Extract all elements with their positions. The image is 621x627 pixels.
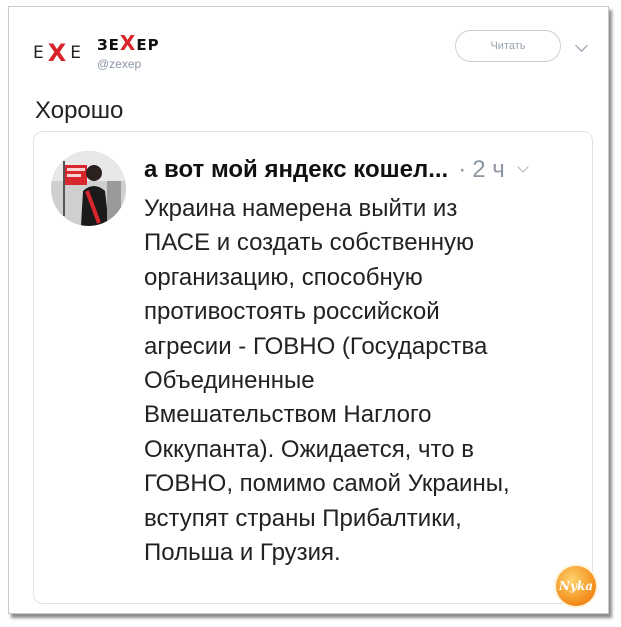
chevron-down-icon[interactable]: [517, 161, 529, 173]
account-name-x: Х: [119, 31, 137, 55]
quoted-text: Украина намерена выйти из ПАСЕ и создать…: [144, 192, 564, 570]
account-logo[interactable]: E X E: [33, 39, 83, 67]
account-info[interactable]: ЗЕХЕР @zexep: [97, 31, 160, 71]
tweet-text: Хорошо: [35, 97, 124, 124]
quoted-line: Вмешательством Наглого: [144, 401, 432, 429]
logo-x-mark: X: [47, 39, 69, 67]
quoted-line: ПАСЕ и создать собственную: [144, 229, 475, 257]
quoted-line: Украина намерена выйти из: [144, 195, 458, 222]
separator-dot: ·: [458, 156, 467, 183]
follow-button[interactable]: Читать: [455, 30, 561, 62]
quoted-line: Оккупанта). Ожидается, что в: [144, 435, 475, 463]
tweet-header: E X E ЗЕХЕР @zexep Читать: [9, 7, 608, 87]
account-name[interactable]: ЗЕХЕР: [97, 31, 160, 55]
logo-letter-right: E: [70, 43, 84, 63]
quoted-line: агресии - ГОВНО (Государства: [144, 332, 488, 360]
quoted-line: вступят страны Прибалтики,: [144, 504, 462, 532]
account-name-part-1: ЗЕ: [97, 36, 120, 54]
logo-letter-left: E: [33, 43, 46, 63]
tweet-card: E X E ЗЕХЕР @zexep Читать Хорошо а вот м…: [8, 6, 609, 614]
watermark-logo: Nyka: [556, 566, 596, 606]
quoted-timestamp[interactable]: 2 ч: [472, 156, 505, 184]
quoted-line: Объединенные: [144, 367, 315, 395]
quoted-line: Польша и Грузия.: [144, 539, 341, 567]
account-name-part-2: ЕР: [136, 36, 160, 54]
quoted-avatar[interactable]: [51, 151, 126, 226]
quoted-tweet[interactable]: а вот мой яндекс кошел... · 2 ч Украина …: [33, 131, 593, 604]
account-handle[interactable]: @zexep: [97, 57, 160, 71]
quoted-author[interactable]: а вот мой яндекс кошел...: [144, 156, 448, 184]
quoted-line: организацию, способную: [144, 263, 423, 291]
avatar-photo: [51, 151, 126, 226]
chevron-down-icon[interactable]: [575, 39, 588, 52]
quoted-line: ГОВНО, помимо самой Украины,: [144, 470, 510, 498]
quoted-header: а вот мой яндекс кошел... · 2 ч: [144, 154, 574, 186]
quoted-line: противостоять российской: [144, 298, 440, 326]
